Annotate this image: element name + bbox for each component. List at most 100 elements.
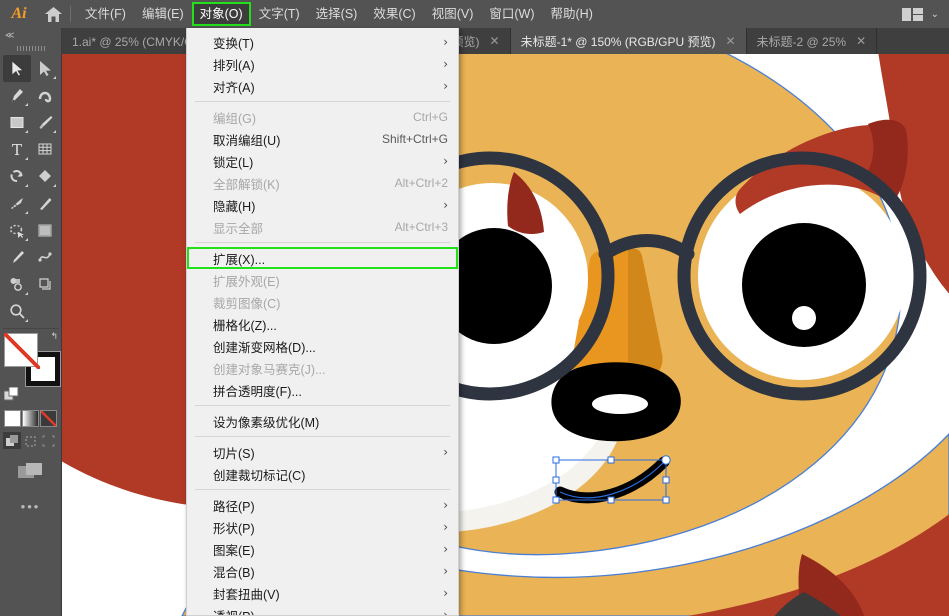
menu-item-label: 形状(P) (213, 521, 255, 536)
lasso-tool[interactable] (3, 217, 31, 244)
menu-item[interactable]: 形状(P) › (187, 516, 458, 538)
rotate-tool[interactable] (3, 163, 31, 190)
chevron-down-icon[interactable]: ⌄ (931, 9, 939, 20)
draw-behind-mode[interactable] (21, 432, 39, 449)
rectangle-tool[interactable] (3, 109, 31, 136)
draw-inside-mode[interactable] (39, 432, 57, 449)
draw-mode-row[interactable] (3, 432, 58, 449)
menu-item[interactable]: 混合(B) › (187, 560, 458, 582)
handle-bl[interactable] (552, 496, 560, 504)
gradient-tool[interactable] (31, 217, 59, 244)
menu-item[interactable]: 扩展(X)... (187, 247, 458, 269)
menu-item-label: 图案(E) (213, 543, 255, 558)
pen-tool[interactable] (3, 82, 31, 109)
menu-item-label: 全部解锁(K) (213, 177, 280, 192)
handle-tl[interactable] (552, 456, 560, 464)
menu-2[interactable]: 对象(O) (191, 2, 251, 26)
menu-bar[interactable]: Ai 文件(F) 编辑(E) 对象(O) 文字(T) 选择(S) 效果(C) 视图(V) 窗口… (0, 0, 949, 28)
width-tool[interactable] (3, 190, 31, 217)
menu-item[interactable]: 透视(P) › (187, 604, 458, 615)
handle-br[interactable] (662, 496, 670, 504)
menu-item[interactable]: 栅格化(Z)... (187, 313, 458, 335)
color-mode-row[interactable] (0, 404, 61, 427)
menu-item-label: 隐藏(H) (213, 199, 256, 214)
menu-item[interactable]: 路径(P) › (187, 494, 458, 516)
menu-1[interactable]: 编辑(E) (135, 3, 191, 25)
nose-highlight (592, 394, 648, 414)
menu-3[interactable]: 文字(T) (252, 3, 307, 25)
screen-mode-button[interactable] (0, 461, 61, 481)
tools-panel[interactable]: ≪ T ↰ ••• (0, 28, 62, 616)
menu-0[interactable]: 文件(F) (78, 3, 133, 25)
tab-label: 未标题-2 @ 25% (756, 34, 847, 49)
curvature-tool[interactable] (31, 82, 59, 109)
selection-tool[interactable] (3, 55, 31, 82)
tab-close-icon[interactable]: ✕ (490, 34, 500, 48)
object-menu-dropdown[interactable]: 变换(T) › 排列(A) › 对齐(A) › 编组(G) Ctrl+G 取消编组(U) Shif… (186, 28, 459, 616)
handle-tc[interactable] (607, 456, 615, 464)
color-mode-gradient[interactable] (22, 410, 39, 427)
swap-fill-stroke-icon[interactable]: ↰ (50, 331, 58, 342)
menubar-right-group[interactable]: ⌄ (901, 7, 949, 21)
tab-close-icon[interactable]: ✕ (725, 34, 735, 48)
toolbar-divider (3, 328, 59, 329)
draw-normal-mode[interactable] (3, 432, 21, 449)
shape-builder-tool[interactable] (31, 163, 59, 190)
handle-tr-anchor[interactable] (661, 455, 671, 465)
blend-tool[interactable] (31, 244, 59, 271)
menu-item[interactable]: 变换(T) › (187, 31, 458, 53)
fill-swatch[interactable] (4, 333, 40, 369)
handle-ml[interactable] (552, 476, 560, 484)
tab-close-icon[interactable]: ✕ (856, 34, 866, 48)
menu-item[interactable]: 拼合透明度(F)... (187, 379, 458, 401)
right-eye-glint (792, 306, 816, 330)
menu-4[interactable]: 选择(S) (309, 3, 365, 25)
menu-item[interactable]: 设为像素级优化(M) (187, 410, 458, 432)
workspace-switcher-icon[interactable] (901, 7, 923, 21)
menu-8[interactable]: 帮助(H) (544, 3, 600, 25)
artboard-tool[interactable] (31, 271, 59, 298)
document-tab-bar[interactable]: 1.ai* @ 25% (CMYK/GPU 预览)✕未标题-3* @ 25% (… (0, 28, 949, 54)
menu-7[interactable]: 窗口(W) (482, 3, 541, 25)
submenu-arrow-icon: › (443, 198, 448, 212)
edit-toolbar-button[interactable]: ••• (0, 499, 61, 514)
menu-item-label: 设为像素级优化(M) (213, 415, 320, 430)
paintbrush-tool[interactable] (31, 109, 59, 136)
color-mode-none[interactable] (40, 410, 57, 427)
menu-item[interactable]: 封套扭曲(V) › (187, 582, 458, 604)
menu-item[interactable]: 排列(A) › (187, 53, 458, 75)
gradient-mesh-tool[interactable] (31, 190, 59, 217)
menu-6[interactable]: 视图(V) (425, 3, 481, 25)
menu-item-label: 锁定(L) (213, 155, 254, 170)
menu-item[interactable]: 切片(S) › (187, 441, 458, 463)
color-mode-white[interactable] (4, 410, 21, 427)
tools-drag-grip[interactable] (0, 42, 61, 54)
menu-item-label: 路径(P) (213, 499, 255, 514)
tools-collapse-button[interactable]: ≪ (0, 28, 61, 42)
menu-item[interactable]: 对齐(A) › (187, 75, 458, 97)
menu-item[interactable]: 创建裁切标记(C) (187, 463, 458, 485)
default-fill-stroke-icon[interactable] (0, 386, 61, 404)
fill-stroke-swatches[interactable]: ↰ (4, 331, 60, 386)
perspective-grid-tool[interactable] (31, 136, 59, 163)
menu-item-shortcut: Alt+Ctrl+3 (394, 220, 448, 234)
document-tab[interactable]: 未标题-1* @ 150% (RGB/GPU 预览) ✕ (510, 28, 747, 54)
menu-item[interactable]: 图案(E) › (187, 538, 458, 560)
menu-item[interactable]: 创建渐变网格(D)... (187, 335, 458, 357)
menu-item[interactable]: 锁定(L) › (187, 150, 458, 172)
handle-bc[interactable] (607, 496, 615, 504)
menu-item: 裁剪图像(C) (187, 291, 458, 313)
menu-item[interactable]: 隐藏(H) › (187, 194, 458, 216)
symbol-sprayer-tool[interactable] (3, 271, 31, 298)
menu-item: 创建对象马赛克(J)... (187, 357, 458, 379)
home-icon[interactable] (38, 0, 68, 28)
direct-selection-tool[interactable] (31, 55, 59, 82)
zoom-tool[interactable] (3, 298, 31, 325)
eyedropper-tool[interactable] (3, 244, 31, 271)
type-tool[interactable]: T (3, 136, 31, 163)
menu-5[interactable]: 效果(C) (366, 3, 422, 25)
svg-text:T: T (11, 141, 21, 158)
handle-mr[interactable] (662, 476, 670, 484)
document-tab[interactable]: 未标题-2 @ 25% ✕ (746, 28, 878, 54)
menu-item[interactable]: 取消编组(U) Shift+Ctrl+G (187, 128, 458, 150)
